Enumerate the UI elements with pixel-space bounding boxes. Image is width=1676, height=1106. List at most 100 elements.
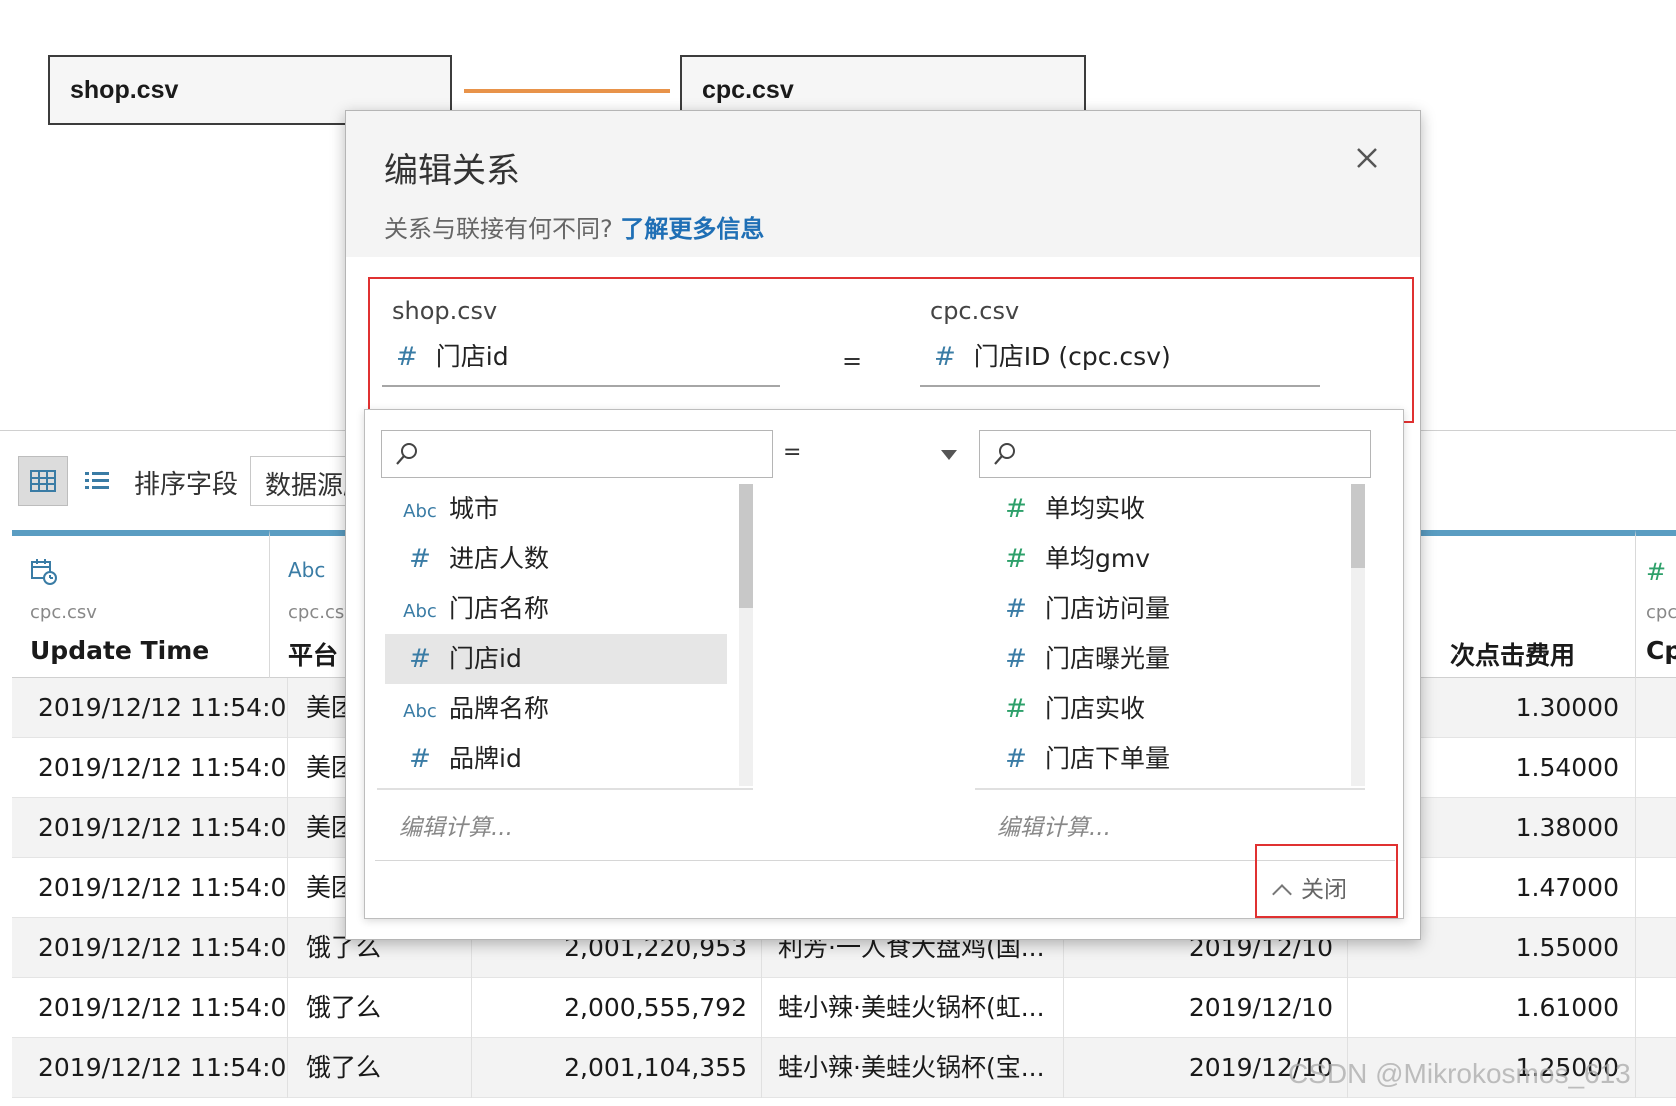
divider (377, 788, 753, 790)
relationship-line[interactable] (464, 89, 670, 93)
cell-update-time: 2019/12/12 11:54:00 (12, 1038, 288, 1098)
number-type-icon: # (409, 744, 431, 774)
field-name: 品牌id (449, 744, 522, 773)
list-item[interactable]: # 单均gmv (981, 534, 1341, 584)
cell-cpc (1636, 978, 1676, 1038)
left-search-input[interactable] (430, 437, 760, 471)
number-type-icon: # (409, 644, 431, 674)
dialog-header: 编辑关系 关系与联接有何不同? 了解更多信息 (346, 111, 1420, 257)
number-type-icon: # (1005, 644, 1027, 674)
divider (375, 860, 1395, 861)
right-edit-calculation-link[interactable]: 编辑计算... (997, 808, 1111, 842)
number-type-icon: # (396, 342, 418, 372)
cell-cpc (1636, 678, 1676, 738)
left-source-label: shop.csv (392, 297, 498, 325)
field-name: 门店id (449, 644, 522, 673)
field-name: 门店曝光量 (1045, 644, 1171, 673)
right-search-box[interactable] (979, 430, 1371, 478)
list-view-button[interactable] (72, 456, 122, 506)
operator-select[interactable]: = (783, 440, 801, 465)
grid-view-icon (30, 470, 56, 492)
chevron-down-icon[interactable] (941, 450, 957, 460)
cell-cpc (1636, 1038, 1676, 1098)
table-node-label: shop.csv (70, 76, 179, 104)
left-field-list: Abc 城市 # 进店人数 Abc 门店名称 # 门店id Abc 品牌名称 # 品牌id (385, 484, 727, 784)
edit-relationship-dialog: 编辑关系 关系与联接有何不同? 了解更多信息 shop.csv cpc.csv … (345, 110, 1421, 940)
list-item-selected[interactable]: # 门店id (385, 634, 727, 684)
number-type-icon: # (1005, 594, 1027, 624)
column-name: 平台 (288, 641, 339, 670)
field-name: 门店下单量 (1045, 744, 1171, 773)
cell-cpc (1636, 858, 1676, 918)
field-name: 门店名称 (449, 594, 550, 623)
number-type-icon: # (1005, 544, 1027, 574)
right-field-value: 门店ID (cpc.csv) (973, 342, 1171, 371)
field-picker: = Abc 城市 # 进店人数 Abc 门店名称 # 门店id Abc 品牌名称 # 品牌i… (364, 409, 1404, 919)
cell-update-time: 2019/12/12 11:54:00 (12, 798, 288, 858)
right-source-label: cpc.csv (930, 297, 1020, 325)
left-field-value: 门店id (435, 342, 509, 371)
right-scrollbar[interactable] (1351, 484, 1365, 786)
left-field-select[interactable]: # 门店id (382, 337, 780, 387)
dialog-title: 编辑关系 (384, 151, 520, 191)
list-item[interactable]: Abc 城市 (385, 484, 727, 534)
cell-update-time: 2019/12/12 11:54:00 (12, 858, 288, 918)
number-type-icon: # (1005, 744, 1027, 774)
list-item[interactable]: # 进店人数 (385, 534, 727, 584)
number-type-icon: # (1005, 694, 1027, 724)
cell-update-time: 2019/12/12 11:54:00 (12, 738, 288, 798)
number-type-icon: # (409, 544, 431, 574)
list-item[interactable]: # 门店曝光量 (981, 634, 1341, 684)
number-type-icon: # (1005, 494, 1027, 524)
right-field-select[interactable]: # 门店ID (cpc.csv) (920, 337, 1320, 387)
scrollbar-thumb[interactable] (1351, 484, 1365, 568)
left-edit-calculation-link[interactable]: 编辑计算... (399, 808, 513, 842)
close-icon (1357, 148, 1377, 168)
subtitle-text: 关系与联接有何不同? (384, 215, 613, 243)
watermark: CSDN @Mikrokosmos_613 (1288, 1058, 1631, 1089)
list-item[interactable]: # 单均实收 (981, 484, 1341, 534)
grid-view-button[interactable] (18, 456, 68, 506)
close-button[interactable] (1350, 141, 1384, 175)
cell-shop-name: 蛙小辣·美蛙火锅杯(虹... (762, 978, 1064, 1038)
cell-click-cost: 1.61000 (1348, 978, 1636, 1038)
list-item[interactable]: # 门店下单量 (981, 734, 1341, 784)
right-field-list: # 单均实收 # 单均gmv # 门店访问量 # 门店曝光量 # 门店实收 # 门店下单量 (981, 484, 1341, 784)
equals-operator: = (842, 347, 863, 375)
field-name: 城市 (449, 494, 500, 523)
learn-more-link[interactable]: 了解更多信息 (620, 215, 764, 243)
number-type-icon: # (1646, 558, 1667, 586)
divider (975, 788, 1365, 790)
cell-cpc (1636, 738, 1676, 798)
cell-shop-id: 2,000,555,792 (472, 978, 762, 1038)
scrollbar-thumb[interactable] (739, 484, 753, 608)
column-source: cpc.csv (30, 602, 97, 623)
table-node-label: cpc.csv (702, 76, 794, 104)
column-name: Cpc (1646, 636, 1676, 665)
column-header[interactable]: cpc.csv Update Time (12, 530, 270, 678)
list-item[interactable]: # 门店访问量 (981, 584, 1341, 634)
string-type-icon: Abc (403, 601, 437, 622)
right-search-input[interactable] (1028, 437, 1358, 471)
left-search-box[interactable] (381, 430, 773, 478)
list-item[interactable]: # 品牌id (385, 734, 727, 784)
cell-shop-name: 蛙小辣·美蛙火锅杯(宝... (762, 1038, 1064, 1098)
field-name: 门店访问量 (1045, 594, 1171, 623)
column-header[interactable]: # cpc.csv Cpc (1636, 530, 1676, 678)
list-item[interactable]: # 门店实收 (981, 684, 1341, 734)
left-scrollbar[interactable] (739, 484, 753, 786)
list-item[interactable]: Abc 品牌名称 (385, 684, 727, 734)
cell-date: 2019/12/10 (1064, 978, 1348, 1038)
cell-platform: 饿了么 (288, 1038, 472, 1098)
sort-field-label: 排序字段 (134, 470, 239, 500)
table-row[interactable]: 2019/12/12 11:54:00 饿了么 2,000,555,792 蛙小… (12, 978, 1676, 1038)
list-item[interactable]: Abc 门店名称 (385, 584, 727, 634)
column-name: 次点击费用 (1449, 641, 1575, 670)
string-type-icon: Abc (288, 558, 326, 582)
string-type-icon: Abc (403, 501, 437, 522)
sort-field-select[interactable]: 数据源顺序 (250, 456, 360, 506)
search-icon (396, 443, 417, 465)
column-name: Update Time (30, 636, 210, 665)
cell-shop-id: 2,001,104,355 (472, 1038, 762, 1098)
dialog-subtitle: 关系与联接有何不同? 了解更多信息 (384, 209, 764, 244)
